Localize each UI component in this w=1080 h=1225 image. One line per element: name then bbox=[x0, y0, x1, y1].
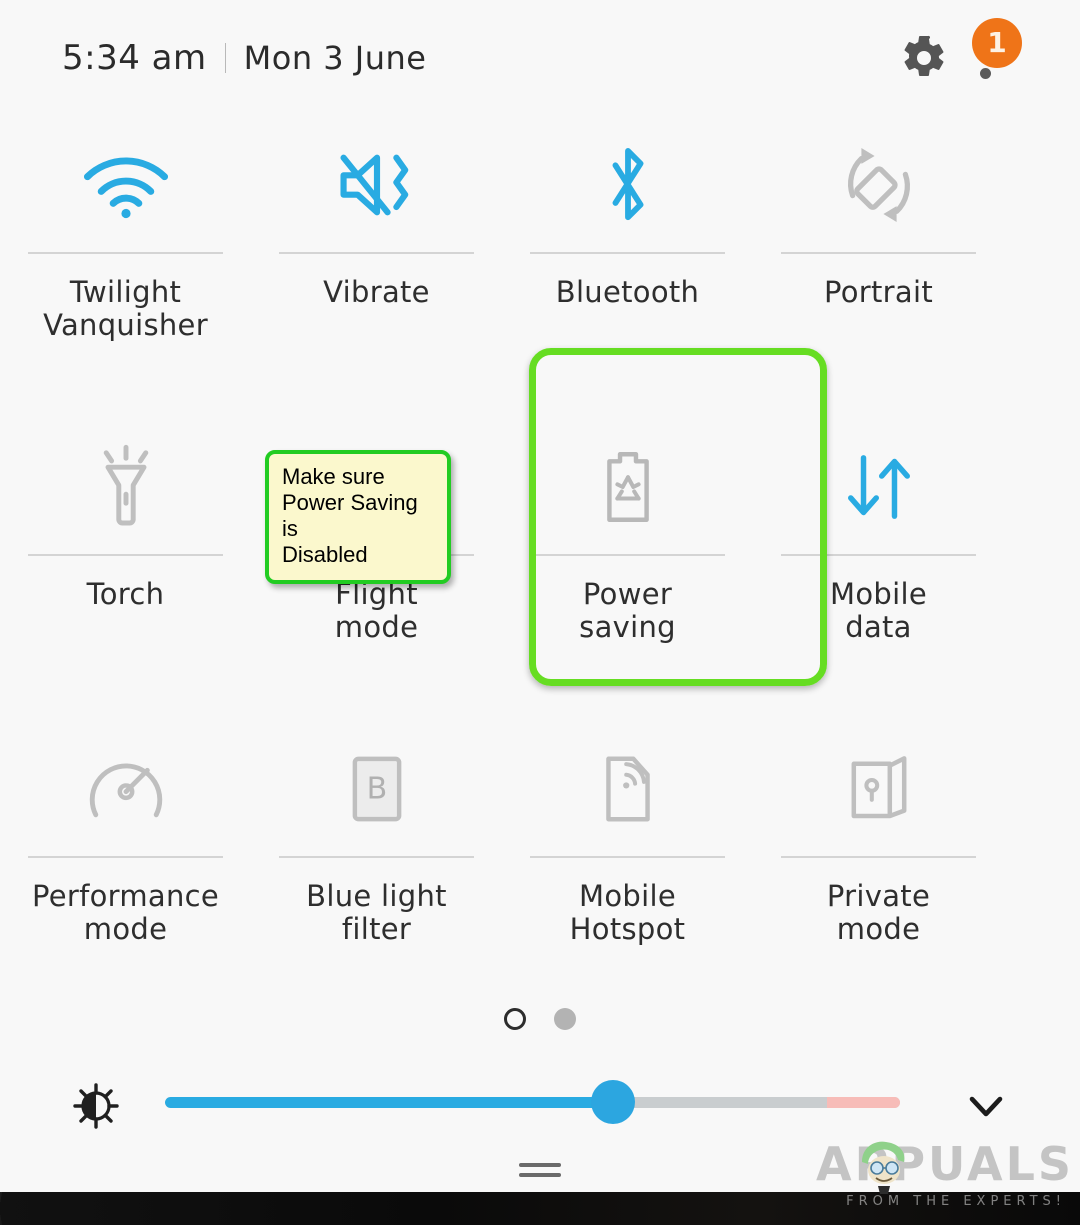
tile-mobile-hotspot[interactable]: Mobile Hotspot bbox=[502, 722, 753, 1024]
battery-recycle-icon bbox=[502, 420, 753, 554]
speedometer-icon bbox=[0, 722, 251, 856]
svg-text:B: B bbox=[366, 772, 387, 807]
tile-label: Torch bbox=[86, 577, 165, 611]
brightness-slider-thumb[interactable] bbox=[591, 1080, 635, 1124]
tile-divider bbox=[28, 554, 223, 556]
tile-mobile-data[interactable]: Mobile data bbox=[753, 420, 1004, 722]
tile-divider bbox=[28, 252, 223, 254]
tile-label: Mobile data bbox=[830, 577, 927, 644]
tile-row: Torch Flight mode Power saving Mobile da… bbox=[0, 420, 1080, 722]
vibrate-icon bbox=[251, 118, 502, 252]
tile-private-mode[interactable]: Private mode bbox=[753, 722, 1004, 1024]
tile-row: Twilight Vanquisher Vibrate Bluetooth Po… bbox=[0, 118, 1080, 420]
data-transfer-icon bbox=[753, 420, 1004, 554]
chevron-down-icon[interactable] bbox=[960, 1080, 1012, 1132]
tile-divider bbox=[28, 856, 223, 858]
status-header: 5:34 am Mon 3 June 1 bbox=[0, 0, 1080, 118]
tile-divider bbox=[279, 856, 474, 858]
handle-bar bbox=[519, 1163, 561, 1167]
annotation-callout: Make sure Power Saving is Disabled bbox=[265, 450, 451, 584]
tile-blue-light-filter[interactable]: B Blue light filter bbox=[251, 722, 502, 1024]
notification-badge[interactable]: 1 bbox=[972, 18, 1022, 68]
tile-row: Performance mode B Blue light filter Mob… bbox=[0, 722, 1080, 1024]
brightness-slider-fill bbox=[165, 1097, 614, 1108]
tile-label: Power saving bbox=[579, 577, 676, 644]
flashlight-icon bbox=[0, 420, 251, 554]
tile-divider bbox=[279, 252, 474, 254]
page-dot-2[interactable] bbox=[554, 1008, 576, 1030]
tile-label: Portrait bbox=[823, 275, 933, 309]
handle-bar bbox=[519, 1173, 561, 1177]
clock-area: 5:34 am Mon 3 June bbox=[62, 38, 426, 78]
tile-divider bbox=[781, 856, 976, 858]
tile-label: Performance mode bbox=[31, 879, 220, 946]
page-dot-1[interactable] bbox=[504, 1008, 526, 1030]
wifi-icon bbox=[0, 118, 251, 252]
tile-label: Private mode bbox=[826, 879, 931, 946]
tile-divider bbox=[530, 252, 725, 254]
tile-label: Flight mode bbox=[334, 577, 419, 644]
tile-label: Twilight Vanquisher bbox=[43, 275, 208, 342]
tile-bluetooth[interactable]: Bluetooth bbox=[502, 118, 753, 420]
tile-divider bbox=[781, 252, 976, 254]
tile-portrait[interactable]: Portrait bbox=[753, 118, 1004, 420]
drag-handle[interactable] bbox=[0, 1163, 1080, 1177]
screen-rotation-icon bbox=[753, 118, 1004, 252]
brightness-warn-zone bbox=[826, 1097, 900, 1108]
brightness-icon[interactable] bbox=[72, 1082, 120, 1130]
tile-label: Mobile Hotspot bbox=[569, 879, 686, 946]
header-divider bbox=[224, 43, 226, 73]
tile-label: Vibrate bbox=[323, 275, 430, 309]
bluetooth-icon bbox=[502, 118, 753, 252]
tile-power-saving[interactable]: Power saving bbox=[502, 420, 753, 722]
tile-vibrate[interactable]: Vibrate bbox=[251, 118, 502, 420]
hotspot-icon bbox=[502, 722, 753, 856]
brightness-slider-track[interactable] bbox=[165, 1097, 900, 1108]
blue-light-filter-icon: B bbox=[251, 722, 502, 856]
tile-label: Blue light filter bbox=[306, 879, 447, 946]
clock-date: Mon 3 June bbox=[243, 39, 427, 77]
tile-divider bbox=[530, 554, 725, 556]
tile-twilight-vanquisher[interactable]: Twilight Vanquisher bbox=[0, 118, 251, 420]
wallpaper-strip bbox=[0, 1192, 1080, 1225]
tile-divider bbox=[781, 554, 976, 556]
gear-icon[interactable] bbox=[900, 34, 948, 82]
quick-toggle-grid: Twilight Vanquisher Vibrate Bluetooth Po… bbox=[0, 118, 1080, 1024]
tile-torch[interactable]: Torch bbox=[0, 420, 251, 722]
tile-divider bbox=[530, 856, 725, 858]
overflow-dot bbox=[979, 68, 991, 79]
private-mode-icon bbox=[753, 722, 1004, 856]
tile-label: Bluetooth bbox=[555, 275, 700, 309]
page-indicator[interactable] bbox=[0, 1008, 1080, 1030]
tile-performance-mode[interactable]: Performance mode bbox=[0, 722, 251, 1024]
quick-settings-panel: 5:34 am Mon 3 June 1 Twilight Vanquisher… bbox=[0, 0, 1080, 1192]
clock-time: 5:34 am bbox=[62, 38, 207, 78]
